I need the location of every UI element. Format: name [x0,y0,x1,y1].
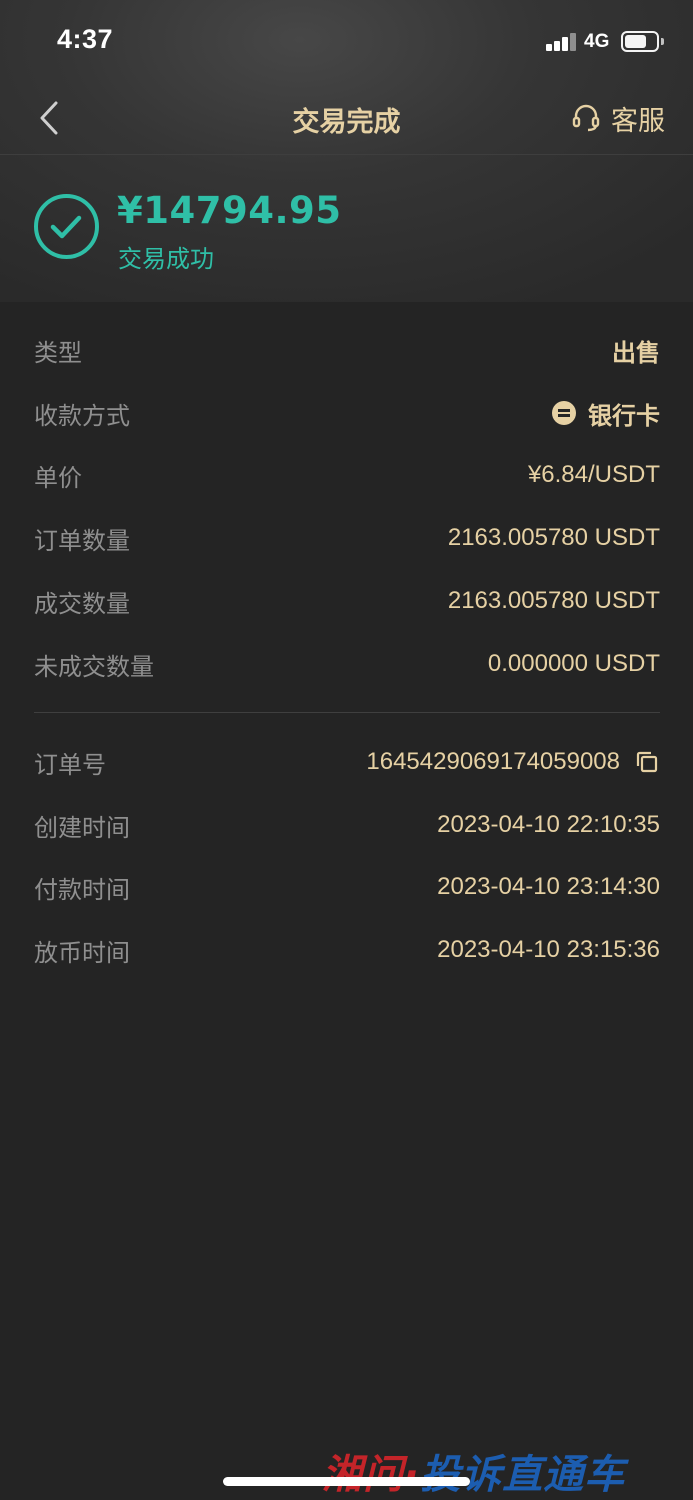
trade-complete-screen: 4:37 4G 交易完成 客服 ¥14794.95 交易成功 类型 出售 收款方… [0,0,693,1500]
detail-value: 2023-04-10 23:14:30 [437,873,660,900]
nav-bar: 交易完成 客服 [0,84,693,154]
detail-label: 成交数量 [34,589,130,618]
detail-value: 2023-04-10 22:10:35 [437,811,660,838]
detail-row-created-time: 创建时间 2023-04-10 22:10:35 [34,805,660,845]
detail-row-order-qty: 订单数量 2163.005780 USDT [34,518,660,558]
detail-value: 2163.005780 USDT [447,524,660,551]
detail-label: 创建时间 [34,813,130,842]
detail-value-payment: 银行卡 [552,396,660,431]
detail-value: 2163.005780 USDT [447,587,660,614]
home-indicator[interactable] [223,1477,470,1486]
copy-icon[interactable] [634,749,660,775]
detail-label: 收款方式 [34,401,130,430]
trade-status: 交易成功 [118,245,214,273]
order-id-value: 1645429069174059008 [366,748,660,776]
trade-summary: ¥14794.95 交易成功 [0,155,693,302]
detail-label: 订单号 [34,750,106,779]
detail-label: 订单数量 [34,526,130,555]
detail-label: 放币时间 [34,938,130,967]
detail-row-order-id: 订单号 1645429069174059008 [34,742,660,782]
battery-icon [621,31,659,52]
bank-card-icon [552,401,576,425]
detail-value: 2023-04-10 23:15:36 [437,936,660,963]
detail-value: 出售 [612,338,660,367]
watermark-part2: 投诉直通车 [420,1452,626,1498]
detail-row-paid-time: 付款时间 2023-04-10 23:14:30 [34,867,660,907]
detail-label: 未成交数量 [34,652,154,681]
watermark: 湘问·投诉直通车 [322,1442,625,1500]
detail-row-payment-method: 收款方式 银行卡 [34,393,660,433]
customer-service-button[interactable]: 客服 [571,98,665,138]
signal-icon [546,33,578,51]
payment-method-text: 银行卡 [588,401,660,430]
service-label: 客服 [611,105,665,137]
detail-row-filled-qty: 成交数量 2163.005780 USDT [34,581,660,621]
detail-label: 类型 [34,338,82,367]
detail-row-type: 类型 出售 [34,330,660,370]
detail-row-unit-price: 单价 ¥6.84/USDT [34,455,660,495]
order-id-text: 1645429069174059008 [366,748,620,775]
watermark-part1: 湘问· [322,1452,421,1498]
detail-value: 0.000000 USDT [487,650,660,677]
status-bar: 4:37 4G [0,0,693,84]
check-circle-icon [34,194,99,259]
headset-icon [572,104,600,132]
battery-cap [661,38,664,45]
detail-label: 付款时间 [34,875,130,904]
detail-row-release-time: 放币时间 2023-04-10 23:15:36 [34,930,660,970]
detail-row-unfilled-qty: 未成交数量 0.000000 USDT [34,644,660,684]
section-divider [34,712,660,713]
status-time: 4:37 [57,24,114,54]
trade-amount: ¥14794.95 [117,189,342,232]
detail-label: 单价 [34,463,82,492]
network-type: 4G [584,31,610,52]
detail-value: ¥6.84/USDT [527,461,660,488]
